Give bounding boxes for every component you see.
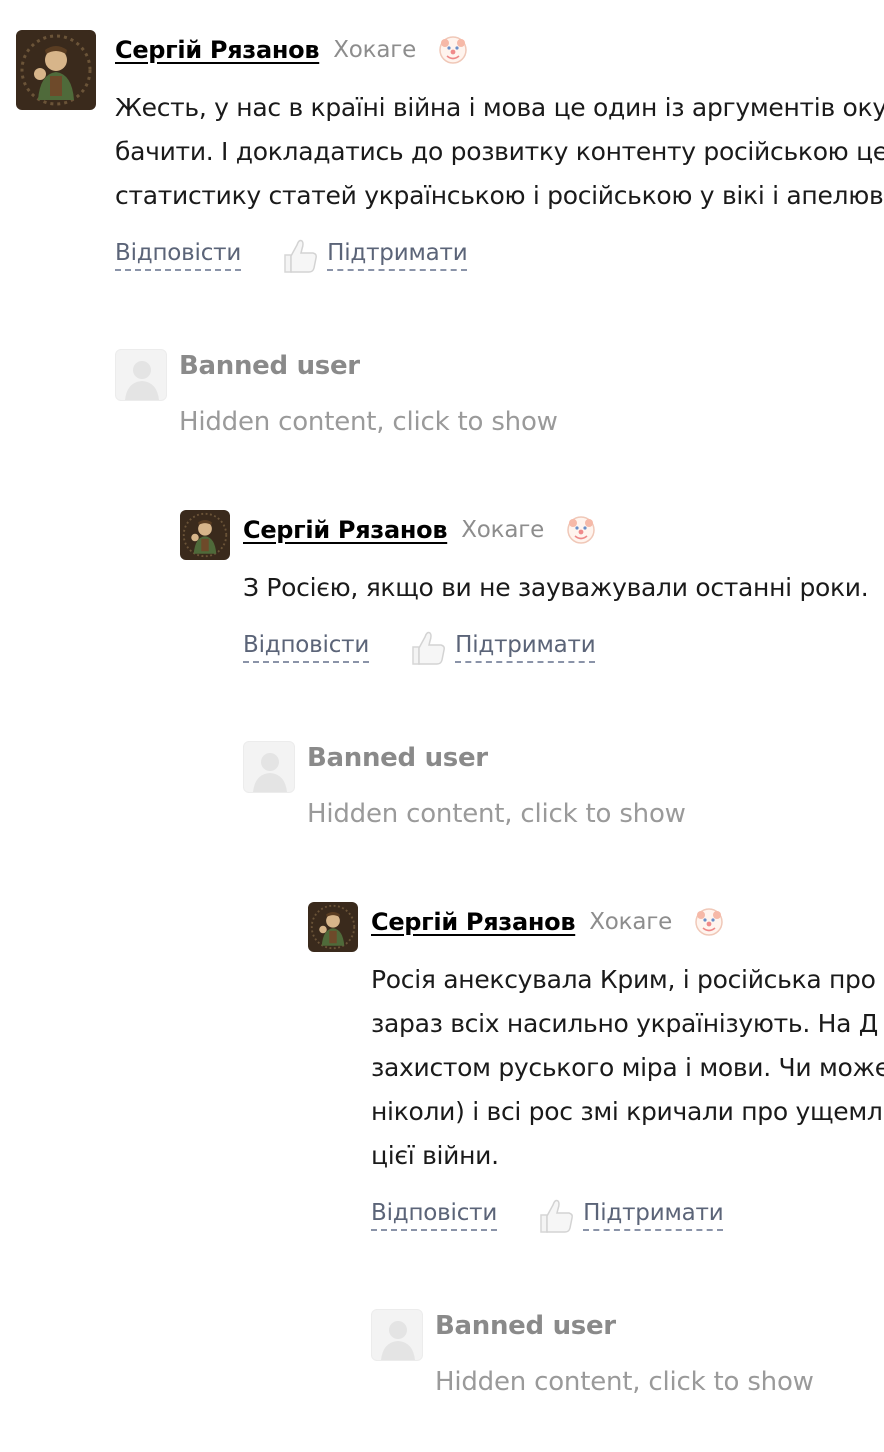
comment-body: Жесть, у нас в країні війна і мова це од… [115, 86, 884, 218]
comment: Сергій Рязанов Хокаге З Росією, якщо ви … [180, 510, 884, 680]
clown-badge-icon [567, 516, 595, 544]
author-name[interactable]: Сергій Рязанов [115, 36, 320, 64]
comment-text-line: цієї війни. [371, 1141, 499, 1170]
comment-text-line: Жесть, у нас в країні війна і мова це од… [115, 93, 884, 122]
like-button[interactable]: Підтримати [327, 239, 468, 271]
avatar[interactable] [180, 510, 230, 560]
show-hidden-content-link[interactable]: Hidden content, click to show [307, 799, 686, 829]
thumbs-up-icon[interactable] [281, 235, 319, 275]
comment-body: Росія анексувала Крим, і російська про з… [371, 958, 884, 1178]
user-rank: Хокаге [589, 909, 673, 935]
avatar-image [308, 902, 358, 952]
show-hidden-content-link[interactable]: Hidden content, click to show [179, 407, 558, 437]
comment-text-line: ніколи) і всі рос змі кричали про ущемл [371, 1097, 883, 1126]
comment-text-line: зараз всіх насильно українізують. На Д [371, 1009, 879, 1038]
show-hidden-content-link[interactable]: Hidden content, click to show [435, 1367, 814, 1397]
like-button[interactable]: Підтримати [583, 1199, 724, 1231]
comment: Сергій Рязанов Хокаге Жесть, у нас в кра… [16, 30, 884, 280]
comment-actions: Відповісти Підтримати [115, 235, 468, 275]
comment-thread: Сергій Рязанов Хокаге Жесть, у нас в кра… [0, 0, 884, 1452]
placeholder-avatar-icon [115, 349, 167, 401]
user-rank: Хокаге [333, 37, 417, 63]
banned-comment[interactable]: Banned user Hidden content, click to sho… [115, 349, 615, 449]
thumbs-up-icon[interactable] [409, 627, 447, 667]
comment-header: Сергій Рязанов Хокаге [371, 902, 724, 942]
user-rank: Хокаге [461, 517, 545, 543]
banned-comment[interactable]: Banned user Hidden content, click to sho… [243, 741, 743, 841]
comment-text-line: захистом руського міра і мови. Чи може [371, 1053, 884, 1082]
avatar[interactable] [16, 30, 96, 110]
comment-actions: Відповісти Підтримати [371, 1195, 724, 1235]
comment-actions: Відповісти Підтримати [243, 627, 596, 667]
banned-user-name: Banned user [435, 1311, 616, 1341]
like-button[interactable]: Підтримати [455, 631, 596, 663]
comment-text-line: бачити. І докладатись до розвитку контен… [115, 137, 884, 166]
clown-badge-icon [695, 908, 723, 936]
placeholder-avatar-icon [243, 741, 295, 793]
reply-button[interactable]: Відповісти [243, 631, 369, 663]
clown-badge-icon [439, 36, 467, 64]
reply-button[interactable]: Відповісти [371, 1199, 497, 1231]
reply-button[interactable]: Відповісти [115, 239, 241, 271]
author-name[interactable]: Сергій Рязанов [371, 908, 576, 936]
comment-header: Сергій Рязанов Хокаге [243, 510, 596, 550]
author-name[interactable]: Сергій Рязанов [243, 516, 448, 544]
comment: Сергій Рязанов Хокаге Росія анексувала К… [308, 902, 884, 1242]
comment-header: Сергій Рязанов Хокаге [115, 30, 468, 70]
banned-comment[interactable]: Banned user Hidden content, click to sho… [371, 1309, 871, 1409]
avatar-image [180, 510, 230, 560]
banned-user-name: Banned user [307, 743, 488, 773]
thumbs-up-icon[interactable] [537, 1195, 575, 1235]
avatar[interactable] [308, 902, 358, 952]
banned-user-name: Banned user [179, 351, 360, 381]
avatar-image [16, 30, 96, 110]
placeholder-avatar-icon [371, 1309, 423, 1361]
comment-body: З Росією, якщо ви не зауважували останні… [243, 566, 869, 610]
comment-text-line: Росія анексувала Крим, і російська про [371, 965, 876, 994]
comment-text-line: статистику статей українською і російськ… [115, 181, 884, 210]
comment-text-line: З Росією, якщо ви не зауважували останні… [243, 573, 869, 602]
